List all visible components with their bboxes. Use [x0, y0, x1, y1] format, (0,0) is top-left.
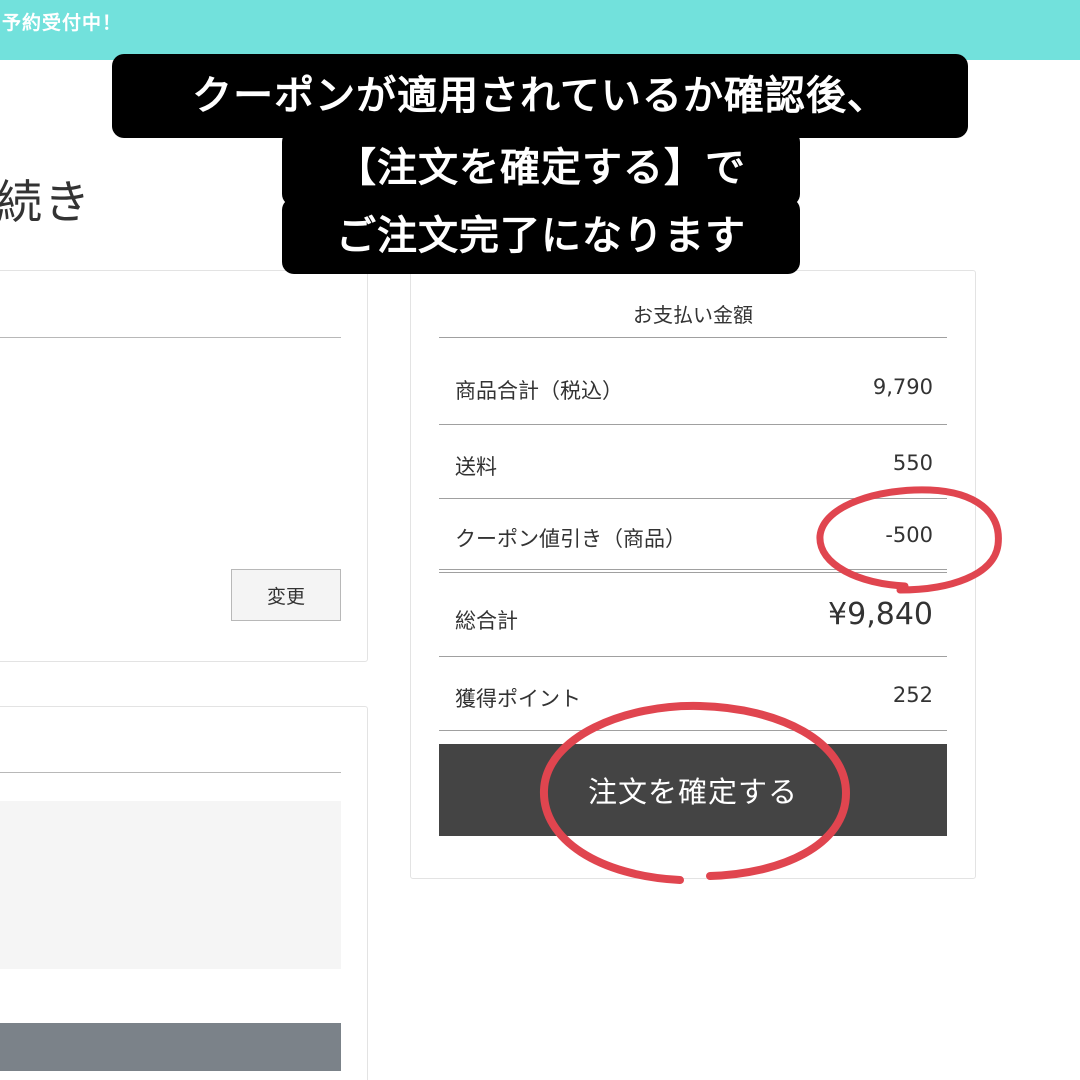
panel-divider — [0, 337, 341, 338]
payment-summary-panel: お支払い金額 商品合計（税込） 9,790 送料 550 クーポン値引き（商品）… — [410, 270, 976, 879]
summary-title: お支払い金額 — [633, 303, 753, 327]
left-panel-address: 変更 — [0, 270, 368, 662]
points-row: 獲得ポイント 252 — [439, 657, 947, 731]
grand-total-row: 総合計 ¥9,840 — [439, 573, 947, 657]
points-label: 獲得ポイント — [455, 687, 581, 711]
change-button[interactable]: 変更 — [231, 569, 341, 621]
summary-divider — [439, 337, 947, 338]
content-box — [0, 801, 341, 969]
shipping-value: 550 — [892, 451, 933, 475]
row-divider — [439, 730, 947, 731]
top-banner: 予約受付中！ — [0, 0, 1080, 60]
left-panel-payment — [0, 706, 368, 1080]
callout-line-3: ご注文完了になります — [282, 198, 800, 274]
grand-total-label: 総合計 — [455, 609, 518, 633]
confirm-order-button[interactable]: 注文を確定する — [439, 744, 947, 836]
subtotal-value: 9,790 — [872, 375, 933, 399]
subtotal-row: 商品合計（税込） 9,790 — [439, 351, 947, 425]
coupon-discount-label: クーポン値引き（商品） — [455, 527, 686, 551]
callout-line-2: 【注文を確定する】で — [282, 130, 800, 206]
panel-divider — [0, 772, 341, 773]
subtotal-label: 商品合計（税込） — [455, 379, 623, 403]
page-title: 続き — [0, 175, 92, 229]
shipping-row: 送料 550 — [439, 425, 947, 499]
grand-total-value: ¥9,840 — [828, 597, 933, 632]
coupon-discount-value: -500 — [885, 523, 933, 547]
action-bar[interactable] — [0, 1023, 341, 1071]
callout-line-1: クーポンが適用されているか確認後、 — [112, 54, 968, 138]
coupon-discount-row: クーポン値引き（商品） -500 — [439, 497, 947, 573]
banner-text: 予約受付中！ — [2, 12, 123, 34]
shipping-label: 送料 — [455, 455, 497, 479]
points-value: 252 — [892, 683, 933, 707]
